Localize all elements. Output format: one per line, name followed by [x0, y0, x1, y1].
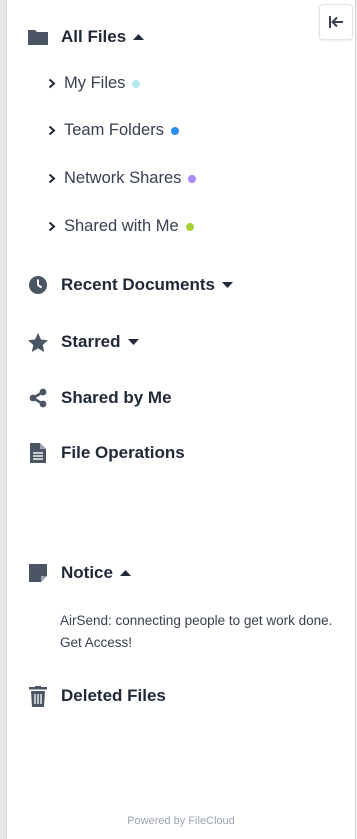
sidebar-item-label: Team Folders	[64, 121, 164, 139]
trash-icon	[27, 685, 49, 707]
notice-text: AirSend: connecting people to get work d…	[60, 613, 333, 650]
nav-all-files-label: All Files	[61, 27, 127, 46]
chevron-right-icon	[48, 125, 56, 136]
nav-starred[interactable]: Starred	[27, 331, 139, 353]
status-dot	[132, 79, 141, 88]
powered-by-link[interactable]: Powered by FileCloud	[7, 815, 355, 827]
caret-down-icon	[221, 281, 233, 289]
nav-notice-label: Notice	[61, 563, 113, 582]
nav-starred-label: Starred	[61, 332, 121, 351]
status-dot	[185, 222, 194, 231]
sidebar-item-label: Network Shares	[64, 169, 182, 187]
caret-up-icon	[119, 569, 131, 577]
nav-file-operations-label: File Operations	[61, 443, 185, 462]
chevron-right-icon	[48, 221, 56, 232]
nav-shared-by-me[interactable]: Shared by Me	[27, 387, 172, 409]
sidebar: All Files My Files Team Folders Network …	[6, 0, 356, 839]
star-icon	[27, 331, 49, 353]
folder-icon	[27, 26, 49, 48]
collapse-left-icon	[329, 16, 343, 28]
sidebar-item-shared-with-me[interactable]: Shared with Me	[48, 217, 194, 236]
nav-deleted-files-label: Deleted Files	[61, 686, 166, 705]
sidebar-item-label: My Files	[64, 74, 126, 92]
nav-shared-by-me-label: Shared by Me	[61, 388, 172, 407]
sidebar-item-network-shares[interactable]: Network Shares	[48, 169, 197, 188]
caret-down-icon	[127, 338, 139, 346]
collapse-sidebar-button[interactable]	[319, 4, 353, 40]
chevron-right-icon	[48, 78, 56, 89]
sidebar-item-my-files[interactable]: My Files	[48, 74, 141, 93]
nav-deleted-files[interactable]: Deleted Files	[27, 685, 166, 707]
nav-recent-documents-label: Recent Documents	[61, 275, 215, 294]
clock-icon	[27, 274, 49, 296]
nav-file-operations[interactable]: File Operations	[27, 442, 185, 464]
document-icon	[27, 442, 49, 464]
nav-all-files[interactable]: All Files	[27, 26, 145, 48]
note-icon	[27, 562, 49, 584]
caret-up-icon	[133, 33, 145, 41]
share-icon	[27, 387, 49, 409]
sidebar-item-team-folders[interactable]: Team Folders	[48, 121, 179, 140]
nav-notice[interactable]: Notice	[27, 562, 131, 584]
status-dot	[188, 174, 197, 183]
status-dot	[170, 126, 179, 135]
nav-recent-documents[interactable]: Recent Documents	[27, 274, 233, 296]
sidebar-item-label: Shared with Me	[64, 217, 179, 235]
chevron-right-icon	[48, 173, 56, 184]
